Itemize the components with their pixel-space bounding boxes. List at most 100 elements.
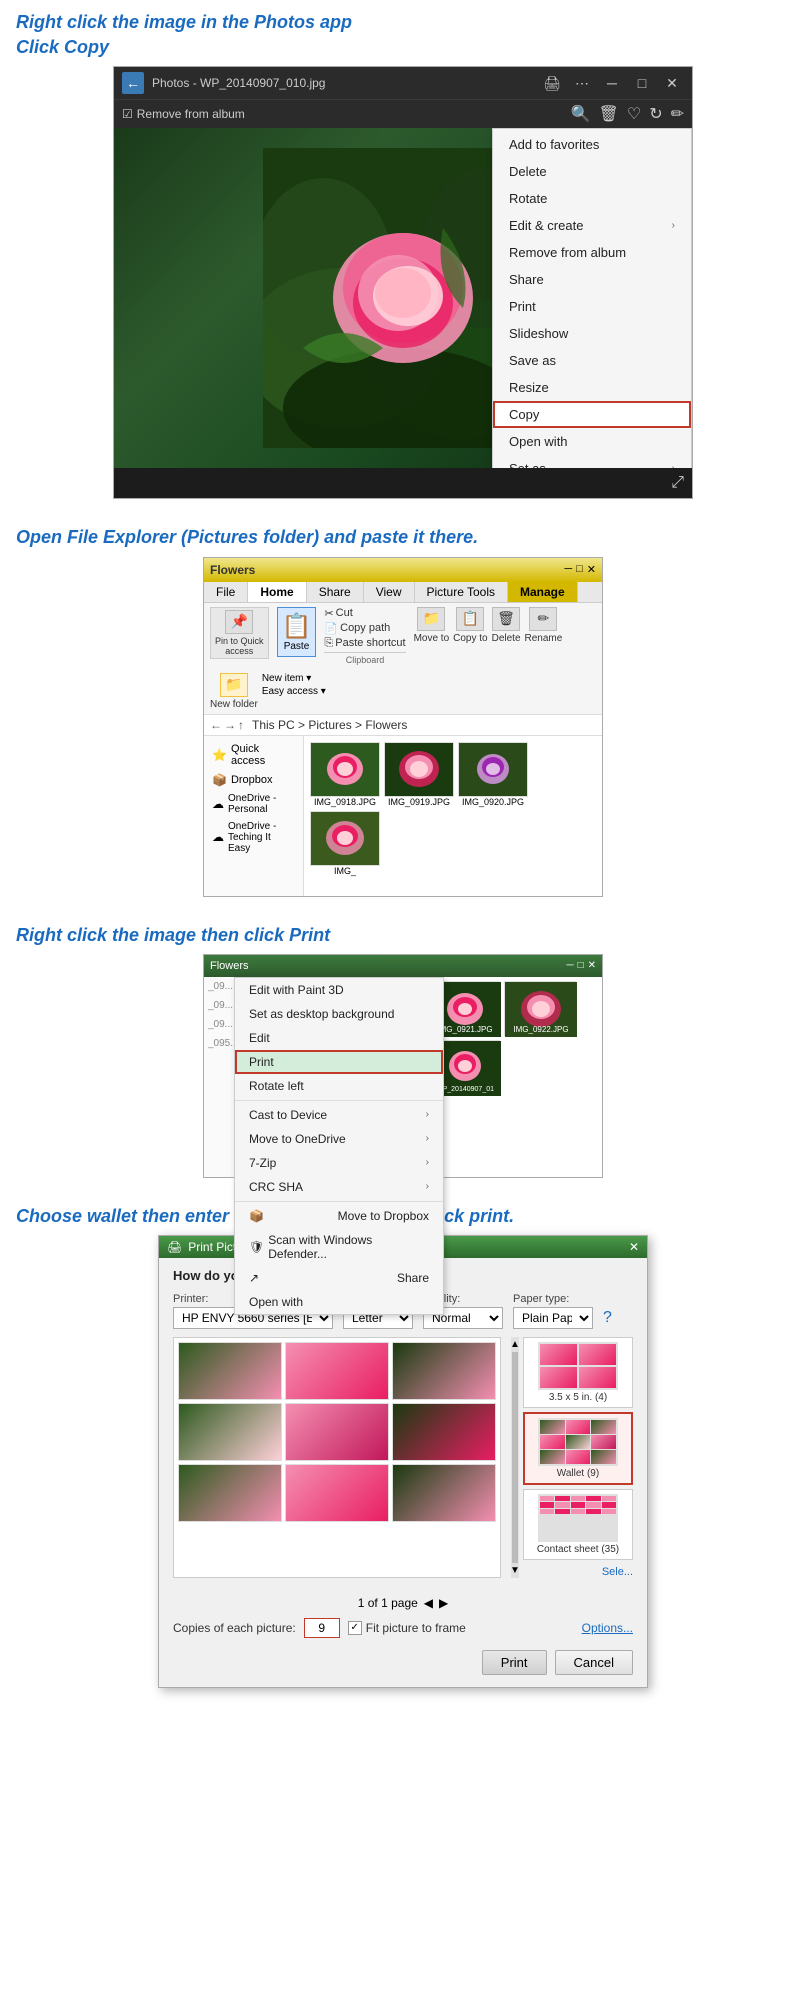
layout-thumb-4x <box>538 1342 618 1390</box>
file-name-0920: IMG_0920.JPG <box>462 797 524 807</box>
more-icon[interactable]: ⋯ <box>570 71 594 95</box>
ctx2-edit[interactable]: Edit <box>235 1026 443 1050</box>
copy-to-button[interactable]: 📋 Copy to <box>453 607 487 644</box>
ctx2-scan-defender[interactable]: 🛡Scan with Windows Defender... <box>235 1228 443 1266</box>
minimize-button[interactable]: ─ <box>600 71 624 95</box>
back-button[interactable]: ← <box>122 72 144 94</box>
tab-home[interactable]: Home <box>248 582 306 602</box>
file-item-extra[interactable]: IMG_ <box>310 811 380 876</box>
rotate-icon[interactable]: ↻ <box>649 104 662 124</box>
layout-3x5[interactable]: 3.5 x 5 in. (4) <box>523 1337 633 1408</box>
menu-set-as[interactable]: Set as › <box>493 455 691 468</box>
tab-picture-tools[interactable]: Picture Tools <box>415 582 508 602</box>
paper-type-select[interactable]: Plain Paper <box>513 1307 593 1329</box>
delete-button[interactable]: 🗑 Delete <box>492 607 521 644</box>
forward-nav-button[interactable]: → <box>224 718 236 732</box>
options-link[interactable]: Options... <box>582 1621 633 1635</box>
prev-page-button[interactable]: ◀ <box>424 1596 433 1610</box>
up-nav-button[interactable]: ↑ <box>238 718 244 732</box>
tab-file[interactable]: File <box>204 582 248 602</box>
context2-bg: _09... _09... _09... _095... Edit with P… <box>204 977 602 1177</box>
print-scroll[interactable]: ▲ ▼ <box>511 1337 519 1578</box>
tab-share[interactable]: Share <box>307 582 364 602</box>
menu-save-as[interactable]: Save as <box>493 347 691 374</box>
ctx2-print[interactable]: Print <box>235 1050 443 1074</box>
paste-button[interactable]: 📋 Paste <box>277 607 317 657</box>
copy-path-button[interactable]: 📄 Copy path <box>324 622 405 635</box>
ctx2-maximize[interactable]: □ <box>578 960 584 971</box>
layout-panel: ▲ ▼ 3.5 x 5 in. <box>511 1337 633 1578</box>
ctx2-open-with[interactable]: Open with <box>235 1290 443 1314</box>
file-item-0918[interactable]: IMG_0918.JPG <box>310 742 380 807</box>
explorer-window: Flowers ─ □ ✕ File Home Share View Pictu… <box>203 557 603 897</box>
print-close-button[interactable]: ✕ <box>629 1240 639 1254</box>
menu-slideshow[interactable]: Slideshow <box>493 320 691 347</box>
layout-wallet[interactable]: Wallet (9) <box>523 1412 633 1485</box>
ctx2-set-desktop[interactable]: Set as desktop background <box>235 1002 443 1026</box>
cancel-button[interactable]: Cancel <box>555 1650 633 1675</box>
rename-button[interactable]: ✏ Rename <box>525 607 563 644</box>
close-button[interactable]: ✕ <box>660 71 684 95</box>
fullscreen-icon[interactable]: ⤢ <box>671 474 684 492</box>
file-item-0919[interactable]: IMG_0919.JPG <box>384 742 454 807</box>
ctx2-minimize[interactable]: ─ <box>566 960 573 971</box>
zoom-icon[interactable]: 🔍 <box>571 104 591 124</box>
maximize-button[interactable]: □ <box>630 71 654 95</box>
maximize-button[interactable]: □ <box>576 563 583 576</box>
tab-manage[interactable]: Manage <box>508 582 578 602</box>
layout-contact[interactable]: Contact sheet (35) <box>523 1489 633 1560</box>
file-item-0920[interactable]: IMG_0920.JPG <box>458 742 528 807</box>
sidebar-item-quickaccess[interactable]: ⭐ Quick access <box>204 740 303 770</box>
pin-quick-access-button[interactable]: 📌 Pin to Quickaccess <box>215 610 264 656</box>
menu-rotate[interactable]: Rotate <box>493 185 691 212</box>
menu-resize[interactable]: Resize <box>493 374 691 401</box>
cut-button[interactable]: ✂ Cut <box>324 607 405 620</box>
menu-open-with[interactable]: Open with <box>493 428 691 455</box>
print-button[interactable]: Print <box>482 1650 547 1675</box>
help-icon[interactable]: ? <box>603 1309 612 1327</box>
paste-shortcut-button[interactable]: ⎘ Paste shortcut <box>324 637 405 650</box>
tab-view[interactable]: View <box>364 582 415 602</box>
minimize-button[interactable]: ─ <box>564 563 572 576</box>
menu-share[interactable]: Share <box>493 266 691 293</box>
ctx2-7zip[interactable]: 7-Zip › <box>235 1151 443 1175</box>
ctx2-edit-paint3d[interactable]: Edit with Paint 3D <box>235 978 443 1002</box>
ctx2-crc-sha[interactable]: CRC SHA › <box>235 1175 443 1199</box>
onedrive-icon: ☁ <box>212 797 224 811</box>
easy-access-button[interactable]: Easy access ▾ <box>262 686 326 697</box>
copies-input[interactable] <box>304 1618 340 1638</box>
menu-print[interactable]: Print <box>493 293 691 320</box>
back-nav-button[interactable]: ← <box>210 718 222 732</box>
menu-add-favorites[interactable]: Add to favorites <box>493 131 691 158</box>
fit-checkbox-row: ✓ Fit picture to frame <box>348 1621 466 1635</box>
heart-icon[interactable]: ♡ <box>627 104 641 124</box>
layout-cell <box>540 1435 565 1449</box>
ctx2-rotate-left[interactable]: Rotate left <box>235 1074 443 1098</box>
ctx2-move-onedrive[interactable]: Move to OneDrive › <box>235 1127 443 1151</box>
toolbar-remove[interactable]: ☑ Remove from album <box>122 107 245 121</box>
move-to-button[interactable]: 📁 Move to <box>414 607 450 644</box>
sidebar-item-dropbox[interactable]: 📦 Dropbox <box>204 770 303 790</box>
new-folder-button[interactable]: 📁 New folder <box>210 673 258 710</box>
new-group: 📁 New folder New item ▾ Easy access ▾ <box>210 673 326 710</box>
edit-icon[interactable]: ✏ <box>671 104 684 124</box>
sidebar-item-onedrive-teching[interactable]: ☁ OneDrive - Teching It Easy <box>204 818 303 857</box>
photos-toolbar: ☑ Remove from album 🔍 🗑 ♡ ↻ ✏ <box>114 99 692 128</box>
menu-copy[interactable]: Copy <box>493 401 691 428</box>
ctx2-cast[interactable]: Cast to Device › <box>235 1103 443 1127</box>
menu-edit-create[interactable]: Edit & create › <box>493 212 691 239</box>
menu-remove-album[interactable]: Remove from album <box>493 239 691 266</box>
new-item-button[interactable]: New item ▾ <box>262 673 326 684</box>
close-button[interactable]: ✕ <box>587 563 596 576</box>
trash-icon[interactable]: 🗑 <box>599 104 619 124</box>
print-icon[interactable]: 🖨 <box>540 71 564 95</box>
ctx2-share[interactable]: ↗Share <box>235 1266 443 1290</box>
next-page-button[interactable]: ▶ <box>439 1596 448 1610</box>
menu-delete[interactable]: Delete <box>493 158 691 185</box>
select-link[interactable]: Sele... <box>523 1566 633 1578</box>
ctx2-close[interactable]: ✕ <box>588 960 596 971</box>
fit-checkbox[interactable]: ✓ <box>348 1621 362 1635</box>
sidebar-item-onedrive-personal[interactable]: ☁ OneDrive - Personal <box>204 790 303 818</box>
context2-title: Flowers <box>210 960 249 972</box>
ctx2-move-dropbox[interactable]: 📦Move to Dropbox <box>235 1204 443 1228</box>
